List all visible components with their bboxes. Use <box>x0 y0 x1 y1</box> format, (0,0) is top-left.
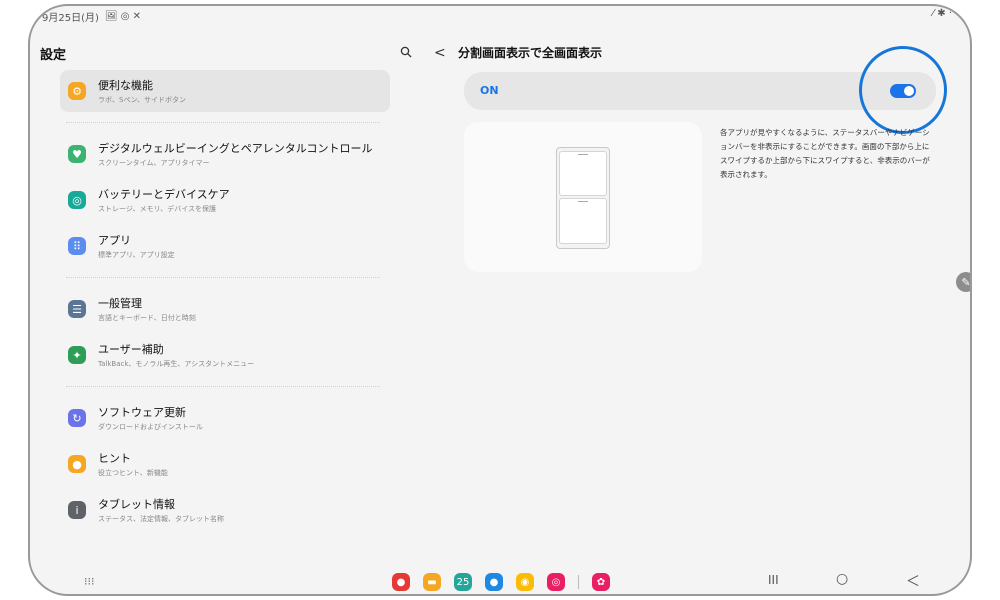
settings-list: ⚙ 便利な機能ラボ、Sペン、サイドボタン ♥ デジタルウェルビーイングとペアレンタルコ… <box>60 70 390 535</box>
settings-item-label: タブレット情報 <box>98 498 175 511</box>
edit-button[interactable]: ✎ <box>956 272 971 292</box>
settings-item[interactable]: ↻ ソフトウェア更新ダウンロードおよびインストール <box>60 397 390 439</box>
settings-item-label: デジタルウェルビーイングとペアレンタルコントロール <box>98 142 373 155</box>
nav-back-button[interactable]: ＜ <box>906 571 920 591</box>
settings-item-texts: 一般管理言語とキーボード、日付と時刻 <box>98 295 196 323</box>
settings-item-label: アプリ <box>98 234 131 247</box>
camera-app-icon[interactable]: ◎ <box>547 573 565 591</box>
sliders-icon: ☰ <box>68 300 86 318</box>
settings-item-label: ヒント <box>98 452 131 465</box>
status-time: 9月25日(月) <box>42 13 99 24</box>
chrome-app-icon[interactable]: ◉ <box>516 573 534 591</box>
settings-item-label: ソフトウェア更新 <box>98 406 186 419</box>
feature-description: 各アプリが見やすくなるように、ステータスバーやナビゲーションバーを非表示にするこ… <box>720 128 930 179</box>
status-right-icons: ⁄ ✱ · <box>932 8 952 19</box>
taskbar-dock: ● ▬ 25 ● ◉ ◎ ✿ <box>392 573 610 591</box>
update-icon: ↻ <box>68 409 86 427</box>
recents-button[interactable]: III <box>768 573 779 587</box>
settings-item-label: ユーザー補助 <box>98 343 164 356</box>
settings-item-subtitle: 役立つヒント、新機能 <box>98 469 168 477</box>
accessibility-icon: ✦ <box>68 346 86 364</box>
gallery-app-icon[interactable]: ✿ <box>592 573 610 591</box>
detail-title: 分割画面表示で全画面表示 <box>458 46 603 60</box>
search-button[interactable] <box>396 42 416 62</box>
settings-item-texts: デジタルウェルビーイングとペアレンタルコントロールスクリーンタイム、アプリタイマ… <box>98 140 373 168</box>
settings-item[interactable]: ✦ ユーザー補助 TalkBack、モノラル再生、アシスタントメニュー <box>60 334 390 376</box>
settings-item-label: 便利な機能 <box>98 79 153 92</box>
settings-item-subtitle: 言語とキーボード、日付と時刻 <box>98 314 196 322</box>
settings-item[interactable]: ● ヒント役立つヒント、新機能 <box>60 443 390 485</box>
settings-item-texts: ヒント役立つヒント、新機能 <box>98 450 168 478</box>
messages-app-icon[interactable]: ● <box>485 573 503 591</box>
bottom-pane <box>559 198 607 244</box>
settings-item-texts: アプリ標準アプリ、アプリ設定 <box>98 232 175 260</box>
settings-item[interactable]: ☰ 一般管理言語とキーボード、日付と時刻 <box>60 288 390 330</box>
status-bar: 9月25日(月) 🖼 ◎ ✕ <box>42 9 141 24</box>
highlight-circle <box>859 46 947 134</box>
settings-item-label: バッテリーとデバイスケア <box>98 188 230 201</box>
settings-item-subtitle: ストレージ、メモリ、デバイスを保護 <box>98 205 217 213</box>
settings-title: 設定 <box>40 48 67 63</box>
settings-item-texts: 便利な機能ラボ、Sペン、サイドボタン <box>98 77 186 105</box>
pencil-icon: ✎ <box>961 275 971 289</box>
list-divider <box>66 386 380 387</box>
tablet-illustration-icon <box>556 147 610 249</box>
lightbulb-icon: ● <box>68 455 86 473</box>
search-icon <box>400 46 412 58</box>
top-pane <box>559 151 607 196</box>
settings-item-label: 一般管理 <box>98 297 142 310</box>
list-divider <box>66 122 380 123</box>
gear-icon: ⚙ <box>68 82 86 100</box>
battery-care-icon: ◎ <box>68 191 86 209</box>
tablet-screen: 9月25日(月) 🖼 ◎ ✕ ⁄ ✱ · 設定 ⚙ 便利な機能ラボ、Sペン、サイド… <box>28 4 972 596</box>
switch-label: ON <box>480 84 499 97</box>
settings-item-subtitle: ダウンロードおよびインストール <box>98 423 203 431</box>
settings-item-subtitle: ラボ、Sペン、サイドボタン <box>98 96 187 104</box>
back-button[interactable]: < <box>434 45 448 61</box>
settings-item-subtitle: TalkBack、モノラル再生、アシスタントメニュー <box>98 360 255 368</box>
settings-item[interactable]: i タブレット情報ステータス、法定情報、タブレット名称 <box>60 489 390 531</box>
wellbeing-icon: ♥ <box>68 145 86 163</box>
settings-item[interactable]: ⚙ 便利な機能ラボ、Sペン、サイドボタン <box>60 70 390 112</box>
detail-header: < 分割画面表示で全画面表示 <box>434 44 602 61</box>
info-icon: i <box>68 501 86 519</box>
chevron-left-icon: < <box>434 44 446 61</box>
calendar-app-icon[interactable]: 25 <box>454 573 472 591</box>
status-icons: 🖼 ◎ ✕ <box>104 11 142 22</box>
navigation-bar: ⁝⁝⁝ ● ▬ 25 ● ◉ ◎ ✿ III ○ ＜ <box>30 571 970 594</box>
settings-item[interactable]: ◎ バッテリーとデバイスケアストレージ、メモリ、デバイスを保護 <box>60 179 390 221</box>
settings-item-subtitle: 標準アプリ、アプリ設定 <box>98 251 175 259</box>
settings-item-subtitle: スクリーンタイム、アプリタイマー <box>98 159 210 167</box>
split-screen-illustration <box>464 122 702 272</box>
list-divider <box>66 277 380 278</box>
settings-item[interactable]: ⠿ アプリ標準アプリ、アプリ設定 <box>60 225 390 267</box>
home-button[interactable]: ○ <box>836 571 848 587</box>
red-app-icon[interactable]: ● <box>392 573 410 591</box>
settings-item-subtitle: ステータス、法定情報、タブレット名称 <box>98 515 224 523</box>
settings-item-texts: バッテリーとデバイスケアストレージ、メモリ、デバイスを保護 <box>98 186 230 214</box>
settings-item-texts: ソフトウェア更新ダウンロードおよびインストール <box>98 404 203 432</box>
apps-icon: ⠿ <box>68 237 86 255</box>
settings-item-texts: ユーザー補助 TalkBack、モノラル再生、アシスタントメニュー <box>98 341 254 369</box>
apps-grid-button[interactable]: ⁝⁝⁝ <box>84 575 95 588</box>
settings-item[interactable]: ♥ デジタルウェルビーイングとペアレンタルコントロールスクリーンタイム、アプリタイ… <box>60 133 390 175</box>
settings-item-texts: タブレット情報ステータス、法定情報、タブレット名称 <box>98 496 224 524</box>
folder-app-icon[interactable]: ▬ <box>423 573 441 591</box>
dock-separator <box>578 575 579 589</box>
